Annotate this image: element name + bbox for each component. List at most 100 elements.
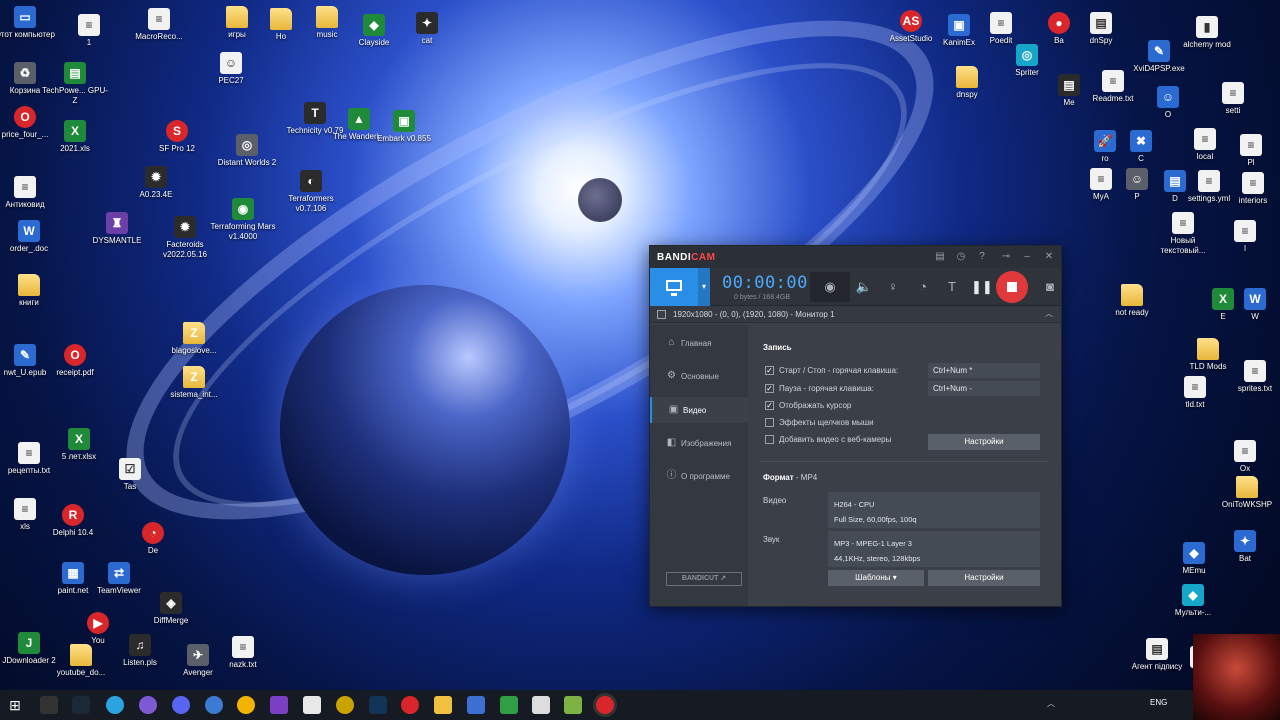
desktop-icon[interactable]: ☑ Tas <box>95 458 165 492</box>
desktop-icon[interactable]: Oreceipt.pdf <box>40 344 110 378</box>
templates-dropdown-button[interactable]: Шаблоны ▾ <box>828 570 924 586</box>
desktop-icon[interactable]: ≡ nazk.txt <box>208 636 278 670</box>
desktop-icon[interactable]: ⇄ TeamViewer <box>84 562 154 596</box>
audio-format-box[interactable]: MP3 - MPEG-1 Layer 3 44,1KHz, stereo, 12… <box>828 531 1040 567</box>
desktop-icon[interactable]: Worder_.doc <box>0 220 64 254</box>
format-settings-button[interactable]: Настройки <box>928 570 1040 586</box>
desktop-icon[interactable]: Zsistema_int... <box>159 366 229 400</box>
desktop-icon[interactable]: OniToWKSHP <box>1212 476 1280 510</box>
desktop-icon[interactable]: X 5 лет.xlsx <box>44 428 114 462</box>
desktop-icon[interactable]: ≡ 1 <box>54 14 124 48</box>
help-icon[interactable]: ? <box>974 249 990 265</box>
opera-icon[interactable] <box>401 696 419 714</box>
desktop-icon[interactable]: ▤ TechPowe... GPU-Z <box>40 62 110 106</box>
close-button[interactable]: ✕ <box>1041 249 1057 265</box>
webcam-settings-button[interactable]: Настройки <box>928 434 1040 450</box>
desktop-icon[interactable]: книги <box>0 274 64 308</box>
desktop-icon[interactable]: ☺ O <box>1133 86 1203 120</box>
desktop-icon[interactable]: ◎ Distant Worlds 2 <box>212 134 282 168</box>
telegram-icon[interactable] <box>106 696 124 714</box>
steam-icon[interactable] <box>72 696 90 714</box>
discord-icon[interactable] <box>172 696 190 714</box>
app-icon[interactable] <box>336 696 354 714</box>
title-bar[interactable]: BANDICAM ▤ ◷ ? ⊸ – ✕ <box>650 246 1061 268</box>
desktop-icon[interactable]: WW <box>1220 288 1280 322</box>
collapse-chevron-icon[interactable]: ︿ <box>1045 308 1053 319</box>
show-cursor-checkbox[interactable]: ✓ <box>765 401 774 410</box>
speaker-icon[interactable]: 🔈 <box>854 277 874 297</box>
notepad-icon[interactable] <box>303 696 321 714</box>
mode-dropdown[interactable]: ▾ <box>698 268 710 306</box>
desktop-icon[interactable]: ≡ sprites.txt <box>1220 360 1280 394</box>
minimize-button[interactable]: – <box>1019 249 1035 265</box>
add-webcam-checkbox[interactable] <box>765 435 774 444</box>
desktop-icon[interactable]: ◐ Terraformers v0.7.106 <box>276 170 346 214</box>
desktop-icon[interactable]: ☺ PEC27 <box>196 52 266 86</box>
pause-button[interactable]: ❚❚ <box>971 277 993 297</box>
start-stop-checkbox[interactable]: ✓ <box>765 366 774 375</box>
windows-start-icon[interactable]: ⊞ <box>6 696 24 714</box>
save-icon[interactable] <box>467 696 485 714</box>
desktop-icon[interactable]: ♜ DYSMANTLE <box>82 212 152 246</box>
viber-icon[interactable] <box>139 696 157 714</box>
record-stop-button[interactable] <box>996 271 1028 303</box>
desktop-icon[interactable]: ◔ De <box>118 522 188 556</box>
visual-studio-icon[interactable] <box>270 696 288 714</box>
desktop-icon[interactable]: ✖ C <box>1106 130 1176 164</box>
desktop-icon[interactable]: ≡ l <box>1210 220 1280 254</box>
nav-about[interactable]: ⓘ О программе <box>650 463 748 489</box>
desktop-icon[interactable]: ≡ Pl <box>1216 134 1280 168</box>
capture-target-bar[interactable]: 1920x1080 - (0, 0), (1920, 1080) - Монит… <box>650 306 1061 323</box>
screenshot-camera-icon[interactable]: ◙ <box>1040 277 1060 297</box>
clock-icon[interactable]: ◷ <box>953 249 969 265</box>
language-indicator[interactable]: ENG <box>1150 698 1167 707</box>
desktop-icon[interactable]: S SF Pro 12 <box>142 120 212 154</box>
pause-checkbox[interactable]: ✓ <box>765 384 774 393</box>
folder-icon[interactable]: ▤ <box>932 249 948 265</box>
desktop-icon[interactable]: ▣ Embark v0.855 <box>369 110 439 144</box>
bandicam-taskbar-icon[interactable] <box>596 696 614 714</box>
nav-images[interactable]: ◧ Изображения <box>650 430 748 456</box>
desktop-icon[interactable]: ✹ Facteroids v2022.05.16 <box>150 216 220 260</box>
mouse-cursor-icon[interactable]: ◔ <box>913 277 933 297</box>
start-stop-hotkey-field[interactable]: Ctrl+Num * <box>928 363 1040 378</box>
nav-general[interactable]: ⚙ Основные <box>650 363 748 389</box>
screen-mode-button[interactable] <box>650 268 698 306</box>
bandicut-button[interactable]: BANDICUT ↗ <box>666 572 742 586</box>
desktop-icon[interactable]: not ready <box>1097 284 1167 318</box>
microphone-icon[interactable]: ♀ <box>883 277 903 297</box>
desktop-icon[interactable]: X 2021.xls <box>40 120 110 154</box>
file-explorer-icon[interactable] <box>434 696 452 714</box>
desktop-icon[interactable]: ◆ Мульти-... <box>1158 584 1228 618</box>
tray-arrow-icon[interactable]: ︿ <box>1047 698 1055 709</box>
desktop-icon[interactable]: ≡ interiors <box>1218 172 1280 206</box>
desktop-icon[interactable]: ✦ Bat <box>1210 530 1280 564</box>
app-icon[interactable] <box>564 696 582 714</box>
app-icon[interactable] <box>40 696 58 714</box>
webcam-toggle[interactable]: ◉ <box>810 272 850 302</box>
desktop-icon[interactable]: ≡ Новый текстовый... <box>1148 212 1218 256</box>
pause-hotkey-field[interactable]: Ctrl+Num - <box>928 381 1040 396</box>
desktop-icon[interactable]: ≡ MacroReco... <box>124 8 194 42</box>
nav-home[interactable]: ⌂ Главная <box>650 330 748 356</box>
desktop-icon[interactable]: ◎ Spriter <box>992 44 1062 78</box>
pin-icon[interactable]: ⊸ <box>998 249 1014 265</box>
desktop-icon[interactable]: ◈ DiffMerge <box>136 592 206 626</box>
desktop-icon[interactable]: ▭ Этот компьютер <box>0 6 60 40</box>
desktop-icon[interactable]: ✹ A0.23.4E <box>121 166 191 200</box>
desktop-icon[interactable]: ✎ XviD4PSP.exe <box>1124 40 1194 74</box>
nav-video[interactable]: ▣ Видео <box>650 397 748 423</box>
desktop-icon[interactable]: R Delphi 10.4 <box>38 504 108 538</box>
app-icon[interactable] <box>237 696 255 714</box>
desktop-icon[interactable]: ≡ Ox <box>1210 440 1280 474</box>
click-effects-checkbox[interactable] <box>765 418 774 427</box>
app-icon[interactable] <box>369 696 387 714</box>
notepad-plus-icon[interactable] <box>500 696 518 714</box>
desktop-icon[interactable]: Zblagoslove... <box>159 322 229 356</box>
app-icon[interactable] <box>532 696 550 714</box>
desktop-icon[interactable]: ✦ cat <box>392 12 462 46</box>
video-format-box[interactable]: H264 - CPU Full Size, 60,00fps, 100q <box>828 492 1040 528</box>
desktop-icon[interactable]: ≡ Антиковид <box>0 176 60 210</box>
text-overlay-icon[interactable]: T <box>942 277 962 297</box>
desktop-icon[interactable]: ≡ setti <box>1198 82 1268 116</box>
